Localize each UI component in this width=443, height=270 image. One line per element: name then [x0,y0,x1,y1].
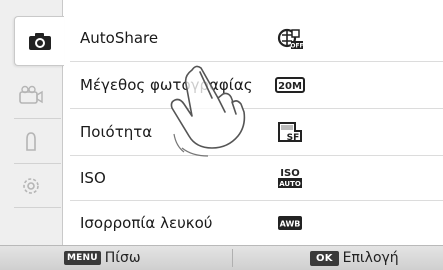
camera-icon [28,33,51,50]
menu-item-label: Ποιότητα [80,123,153,141]
menu-item-white-balance[interactable]: Ισορροπία λευκού AWB [62,200,443,246]
ok-key-icon: OK [310,250,339,266]
back-label: Πίσω [104,250,141,266]
menu-item-iso[interactable]: ISO ISO AUTO [62,155,443,201]
menu-item-quality[interactable]: Ποιότητα SF [62,109,443,155]
white-balance-auto-icon: AWB [273,215,307,231]
tab-settings[interactable] [0,164,61,207]
tab-rail [0,0,64,245]
menu-item-label: Μέγεθος φωτογραφίας [80,76,253,94]
svg-text:AWB: AWB [280,220,301,229]
menu-list: AutoShare OFF Μέγεθος φωτογραφίας 20M Πο… [62,0,443,245]
select-button[interactable]: OK Επιλογή [310,248,399,268]
back-button[interactable]: MENU Πίσω [64,248,141,268]
camera-menu-screen: AutoShare OFF Μέγεθος φωτογραφίας 20M Πο… [0,0,443,270]
svg-text:SF: SF [287,133,300,143]
quality-superfine-icon: SF [273,121,307,143]
menu-item-label: ISO [80,169,106,187]
photo-size-20m-icon: 20M [273,77,307,93]
menu-item-photo-size[interactable]: Μέγεθος φωτογραφίας 20M [62,62,443,108]
tab-user[interactable] [0,119,61,163]
bottom-divider [232,249,233,267]
gear-icon [22,177,39,194]
user-icon [25,132,36,151]
menu-key-icon: MENU [64,251,101,265]
menu-item-label: AutoShare [80,29,159,47]
tab-video[interactable] [0,72,61,118]
tab-divider [14,207,61,208]
svg-text:20M: 20M [278,81,302,92]
tab-camera[interactable] [14,16,64,66]
svg-text:OFF: OFF [290,43,303,50]
menu-item-autoshare[interactable]: AutoShare OFF [62,15,443,61]
video-camera-icon [18,85,43,104]
menu-item-label: Ισορροπία λευκού [80,214,213,232]
svg-text:AUTO: AUTO [279,180,301,188]
autoshare-off-icon: OFF [273,26,307,50]
svg-text:ISO: ISO [280,168,299,179]
select-label: Επιλογή [342,250,399,266]
iso-auto-icon: ISO AUTO [273,166,307,190]
bottom-action-bar: MENU Πίσω OK Επιλογή [0,245,443,270]
